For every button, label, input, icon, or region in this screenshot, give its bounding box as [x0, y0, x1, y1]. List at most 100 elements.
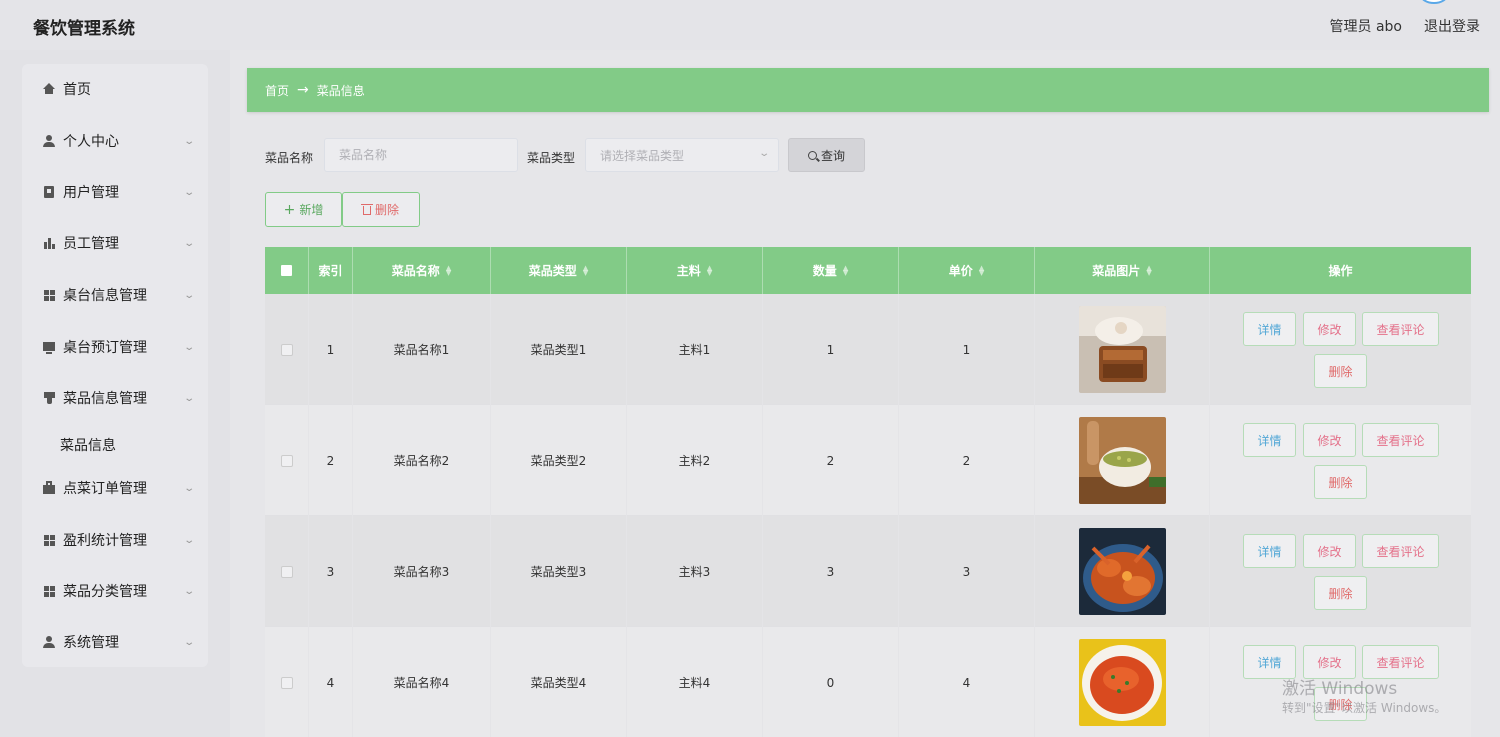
column-header-name[interactable]: 菜品名称 ▲ ▼	[353, 247, 491, 294]
chevron-down-icon: ⌄	[183, 482, 196, 494]
edit-button[interactable]: 修改	[1303, 645, 1356, 679]
column-header-actions: 操作	[1210, 247, 1471, 294]
user-icon	[43, 636, 55, 648]
column-header-label: 菜品名称	[391, 264, 440, 278]
breadcrumb-current: 菜品信息	[316, 83, 365, 98]
sidebar-item-home[interactable]: 首页	[22, 69, 208, 109]
sidebar-subitem-dish-info[interactable]: 菜品信息	[60, 435, 116, 455]
grid-icon	[43, 289, 55, 301]
row-checkbox-cell	[265, 516, 309, 627]
cell-price: 4	[899, 627, 1035, 737]
chevron-down-icon: ⌄	[183, 341, 196, 353]
logout-link[interactable]: 退出登录	[1424, 16, 1480, 36]
sidebar-item-orders[interactable]: 点菜订单管理 ⌄	[22, 468, 208, 508]
sort-icon: ▲ ▼	[1146, 263, 1152, 277]
column-header-label: 单价	[948, 264, 973, 278]
edit-button[interactable]: 修改	[1303, 423, 1356, 457]
dessert-image[interactable]	[1078, 306, 1166, 393]
cell-ingredient: 主料2	[627, 405, 763, 516]
dish-type-label: 菜品类型	[527, 151, 576, 165]
column-header-quantity[interactable]: 数量 ▲ ▼	[763, 247, 899, 294]
sidebar-item-user-management[interactable]: 用户管理 ⌄	[22, 172, 208, 212]
breadcrumb-home[interactable]: 首页	[265, 82, 289, 99]
column-header-ingredient[interactable]: 主料 ▲ ▼	[627, 247, 763, 294]
select-all-cell	[265, 247, 309, 294]
cell-name: 菜品名称3	[353, 516, 491, 627]
watermark-subtitle: 转到"设置"以激活 Windows。	[1282, 701, 1447, 715]
bar-chart-icon	[43, 237, 55, 249]
app-title: 餐饮管理系统	[33, 19, 135, 39]
user-area: 管理员 abo 退出登录	[1330, 16, 1480, 36]
view-review-button[interactable]: 查看评论	[1362, 534, 1439, 568]
monitor-icon	[43, 341, 55, 354]
sidebar-item-label: 员工管理	[63, 236, 119, 252]
cell-quantity: 0	[763, 627, 899, 737]
edit-button[interactable]: 修改	[1303, 534, 1356, 568]
cell-actions: 详情 修改 查看评论 删除	[1210, 294, 1471, 405]
sidebar-item-table-info[interactable]: 桌台信息管理 ⌄	[22, 275, 208, 315]
detail-button[interactable]: 详情	[1243, 645, 1296, 679]
column-header-price[interactable]: 单价 ▲ ▼	[899, 247, 1035, 294]
query-button[interactable]: 查询	[788, 138, 865, 172]
dish-type-select[interactable]: 请选择菜品类型 ⌄	[585, 138, 779, 172]
chevron-down-icon: ⌄	[183, 135, 196, 147]
sidebar-item-table-booking[interactable]: 桌台预订管理 ⌄	[22, 327, 208, 367]
soup-image[interactable]	[1078, 417, 1166, 504]
sidebar-item-dish-info[interactable]: 菜品信息管理 ⌄	[22, 378, 208, 418]
row-checkbox-cell	[265, 405, 309, 516]
chevron-down-icon: ⌄	[183, 289, 196, 301]
detail-button[interactable]: 详情	[1243, 423, 1296, 457]
delete-button[interactable]: 删除	[1314, 354, 1367, 388]
dish-name-input-wrapper	[324, 138, 518, 172]
sidebar-item-dish-category[interactable]: 菜品分类管理 ⌄	[22, 571, 208, 611]
table-header: 索引 菜品名称 ▲ ▼ 菜品类型 ▲ ▼ 主料 ▲ ▼ 数量 ▲ ▼ 单价 ▲ ▼ 菜品图片 ▲ ▼ 操…	[265, 247, 1471, 294]
row-checkbox[interactable]	[280, 676, 293, 689]
cell-index: 2	[309, 405, 353, 516]
dish-name-input[interactable]	[339, 148, 503, 162]
edit-button[interactable]: 修改	[1303, 312, 1356, 346]
view-review-button[interactable]: 查看评论	[1362, 423, 1439, 457]
select-all-checkbox[interactable]	[281, 265, 292, 276]
detail-button[interactable]: 详情	[1243, 312, 1296, 346]
row-checkbox[interactable]	[280, 454, 293, 467]
cell-actions: 详情 修改 查看评论 删除	[1210, 516, 1471, 627]
sidebar-item-staff-management[interactable]: 员工管理 ⌄	[22, 223, 208, 263]
user-label: 管理员 abo	[1329, 19, 1402, 35]
cell-image	[1035, 294, 1210, 405]
column-header-type[interactable]: 菜品类型 ▲ ▼	[491, 247, 627, 294]
batch-delete-button[interactable]: 删除	[342, 192, 420, 227]
view-review-button[interactable]: 查看评论	[1362, 645, 1439, 679]
query-button-label: 查询	[820, 148, 845, 163]
add-button-label: 新增	[299, 203, 324, 217]
fish-head-image[interactable]	[1078, 639, 1166, 726]
cell-image	[1035, 516, 1210, 627]
chevron-down-icon: ⌄	[183, 186, 196, 198]
cell-name: 菜品名称4	[353, 627, 491, 737]
chevron-down-icon: ⌄	[183, 534, 196, 546]
sidebar-item-profit-stats[interactable]: 盈利统计管理 ⌄	[22, 520, 208, 560]
chevron-down-icon: ⌄	[183, 237, 196, 249]
crab-image[interactable]	[1078, 528, 1166, 615]
column-header-label: 操作	[1328, 264, 1353, 278]
watermark-title: 激活 Windows	[1282, 679, 1398, 699]
cell-type: 菜品类型4	[491, 627, 627, 737]
row-checkbox[interactable]	[280, 565, 293, 578]
row-checkbox[interactable]	[280, 343, 293, 356]
column-header-image[interactable]: 菜品图片 ▲ ▼	[1035, 247, 1210, 294]
avatar[interactable]	[1420, 0, 1448, 4]
row-checkbox-cell	[265, 627, 309, 737]
sidebar-item-system[interactable]: 系统管理 ⌄	[22, 622, 208, 662]
sidebar-item-personal-center[interactable]: 个人中心 ⌄	[22, 121, 208, 161]
detail-button[interactable]: 详情	[1243, 534, 1296, 568]
sidebar-item-label: 盈利统计管理	[63, 533, 147, 549]
sidebar-item-label: 菜品信息管理	[63, 391, 147, 407]
view-review-button[interactable]: 查看评论	[1362, 312, 1439, 346]
column-header-label: 数量	[812, 264, 837, 278]
cell-index: 1	[309, 294, 353, 405]
add-button[interactable]: + 新增	[265, 192, 342, 227]
delete-button[interactable]: 删除	[1314, 576, 1367, 610]
sidebar-item-label: 菜品分类管理	[63, 584, 147, 600]
delete-button[interactable]: 删除	[1314, 465, 1367, 499]
column-header-label: 主料	[676, 264, 701, 278]
cell-index: 4	[309, 627, 353, 737]
